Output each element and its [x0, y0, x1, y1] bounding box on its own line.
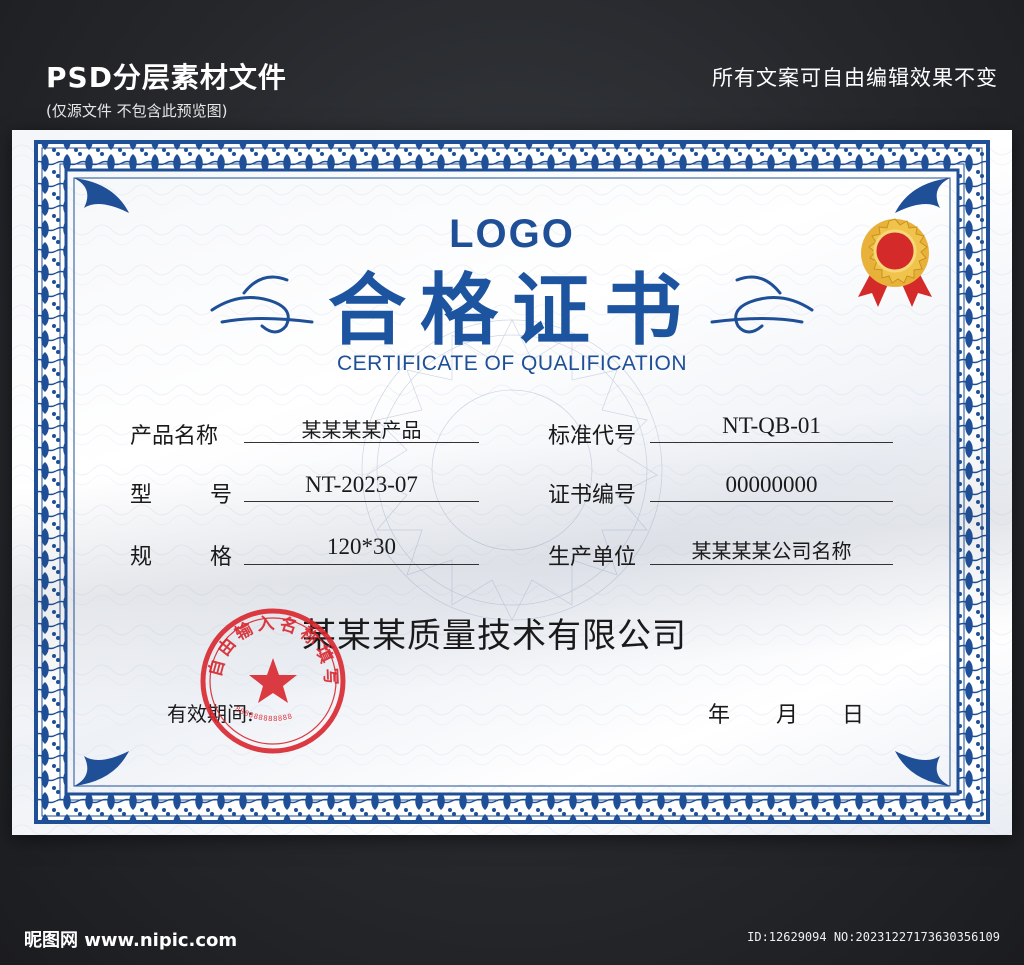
model-label-1: 型 — [130, 483, 153, 508]
model-underline — [244, 501, 479, 502]
cert-no-label: 证书编号 — [548, 483, 637, 508]
producer-underline — [650, 564, 893, 565]
standard-code-label: 标准代号 — [548, 424, 637, 449]
model-label-2: 号 — [210, 483, 233, 508]
footer-right: ID:12629094 NO:20231227173630356109 — [747, 930, 1000, 944]
model-value: NT-2023-07 — [305, 472, 418, 497]
spec-label-2: 格 — [210, 545, 233, 570]
svg-text:888888888888: 888888888888 — [234, 705, 294, 723]
spec-underline — [244, 564, 479, 565]
date-year: 年 — [708, 703, 731, 728]
cert-no-value: 00000000 — [725, 472, 818, 497]
header-right-note: 所有文案可自由编辑效果不变 — [712, 66, 998, 90]
footer-left: 昵图网 www.nipic.com — [24, 930, 238, 951]
product-name-underline — [244, 442, 479, 443]
date-month: 月 — [776, 703, 799, 728]
standard-code-value: NT-QB-01 — [722, 413, 821, 438]
seal-bottom-digits: 888888888888 — [234, 705, 293, 723]
header-subtitle: (仅源文件 不包含此预览图) — [46, 102, 228, 120]
producer-label: 生产单位 — [548, 545, 637, 570]
red-seal: 自由输入名称填写 888888888888 — [200, 608, 346, 754]
cert-no-underline — [650, 501, 893, 502]
spec-label-1: 规 — [130, 545, 153, 570]
product-name-value: 某某某某产品 — [301, 418, 422, 442]
certificate: LOGO 合格证书 CERTIFICATE OF QUALIFICATION 产… — [12, 130, 1012, 835]
producer-value: 某某某某公司名称 — [691, 539, 852, 563]
spec-value: 120*30 — [327, 534, 396, 559]
seal-star-icon — [249, 658, 297, 703]
company-name: 某某某质量技术有限公司 — [302, 616, 687, 656]
medal-icon — [858, 218, 932, 307]
standard-code-underline — [650, 442, 893, 443]
product-name-label: 产品名称 — [130, 424, 219, 449]
header-title: PSD分层素材文件 — [46, 61, 287, 94]
certificate-subtitle: CERTIFICATE OF QUALIFICATION — [336, 352, 688, 375]
date-day: 日 — [842, 703, 865, 728]
